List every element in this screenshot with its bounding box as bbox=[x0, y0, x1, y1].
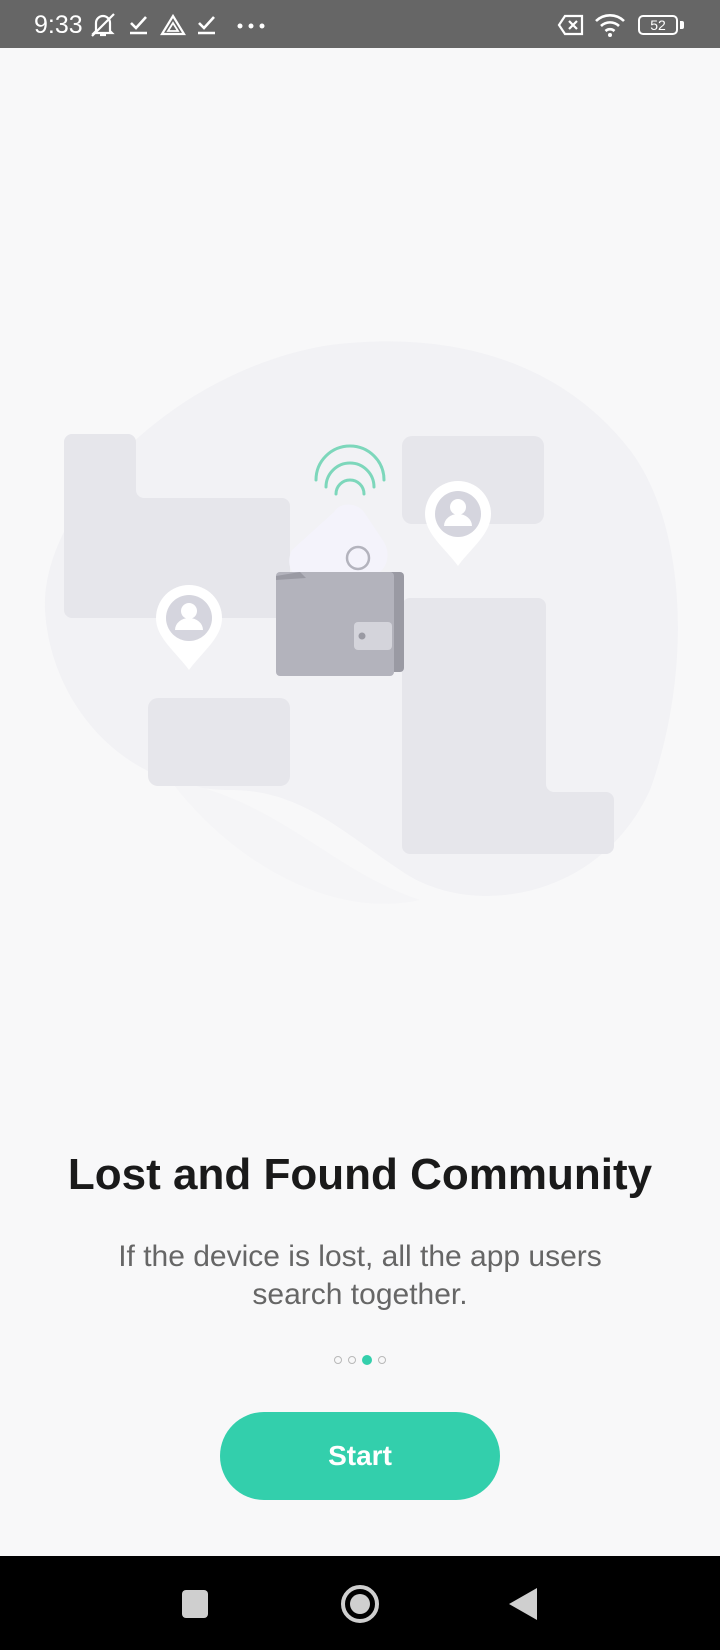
wifi-icon bbox=[595, 14, 625, 37]
check-icon bbox=[198, 16, 215, 35]
page-subtitle: If the device is lost, all the app users… bbox=[118, 1240, 602, 1311]
navigation-bar bbox=[0, 1556, 720, 1650]
page-dot bbox=[348, 1356, 356, 1364]
check-icon bbox=[130, 16, 147, 35]
page-dot-active bbox=[362, 1355, 372, 1365]
drive-icon bbox=[160, 14, 186, 36]
start-button[interactable]: Start bbox=[220, 1412, 500, 1500]
back-icon[interactable] bbox=[497, 1576, 553, 1632]
home-icon[interactable] bbox=[332, 1576, 388, 1632]
page-indicator bbox=[0, 1354, 720, 1366]
recents-icon[interactable] bbox=[167, 1576, 223, 1632]
battery-icon: 52 bbox=[638, 15, 678, 35]
page-dot bbox=[378, 1356, 386, 1364]
battery-tip bbox=[680, 21, 684, 29]
status-time: 9:33 bbox=[34, 11, 83, 39]
lost-and-found-illustration bbox=[44, 341, 678, 904]
page-dot bbox=[334, 1356, 342, 1364]
map-block bbox=[148, 698, 290, 786]
page-title: Lost and Found Community bbox=[67, 1150, 653, 1199]
no-sim-icon bbox=[557, 14, 584, 36]
mute-icon bbox=[91, 13, 115, 37]
more-dots-icon bbox=[237, 23, 265, 29]
status-bar: 9:33 52 bbox=[0, 0, 720, 48]
